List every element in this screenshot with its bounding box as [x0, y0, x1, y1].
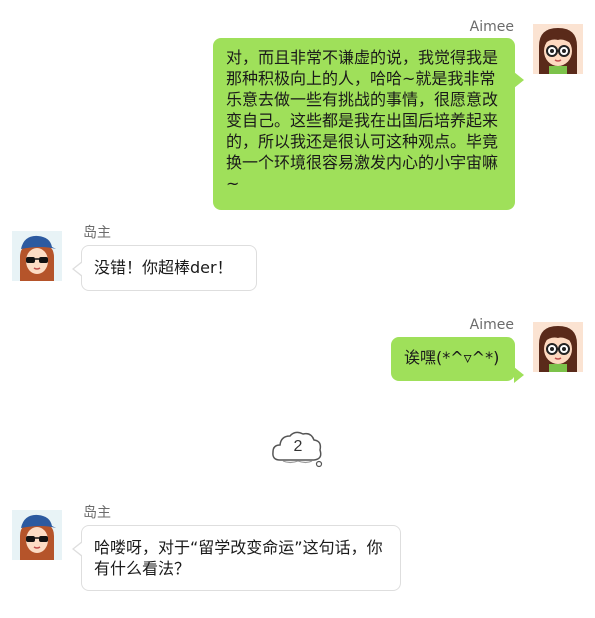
sender-name: 岛主 — [83, 225, 111, 241]
avatar-aimee[interactable] — [533, 322, 583, 372]
sender-name: 岛主 — [83, 505, 111, 521]
message-text: 没错！你超棒der！ — [94, 258, 233, 277]
message-text: 哈喽呀，对于“留学改变命运”这句话，你有什么看法？ — [94, 538, 383, 578]
sender-name: Aimee — [469, 19, 514, 35]
girl-glasses-avatar-icon — [533, 322, 583, 372]
message-bubble-outgoing[interactable]: 对，而且非常不谦虚的说，我觉得我是那种积极向上的人，哈哈~就是我非常乐意去做一些… — [213, 38, 524, 210]
girl-glasses-avatar-icon — [533, 24, 583, 74]
message-bubble-outgoing[interactable]: 诶嘿(*^▿^*) — [391, 337, 524, 383]
divider-label: 2 — [293, 438, 303, 455]
avatar-daozhu[interactable] — [12, 231, 62, 281]
message-text: 对，而且非常不谦虚的说，我觉得我是那种积极向上的人，哈哈~就是我非常乐意去做一些… — [226, 48, 499, 193]
avatar-daozhu[interactable] — [12, 510, 62, 560]
message-text: 诶嘿(*^▿^*) — [404, 348, 500, 367]
bubble-tail — [514, 72, 524, 88]
girl-cap-sunglasses-avatar-icon — [12, 231, 62, 281]
message-bubble-incoming[interactable]: 没错！你超棒der！ — [72, 245, 257, 291]
sender-name: Aimee — [469, 317, 514, 333]
message-bubble-incoming[interactable]: 哈喽呀，对于“留学改变命运”这句话，你有什么看法？ — [72, 525, 401, 591]
girl-cap-sunglasses-avatar-icon — [12, 510, 62, 560]
thought-cloud-divider: 2 — [270, 428, 326, 470]
avatar-aimee[interactable] — [533, 24, 583, 74]
bubble-tail — [514, 367, 524, 383]
